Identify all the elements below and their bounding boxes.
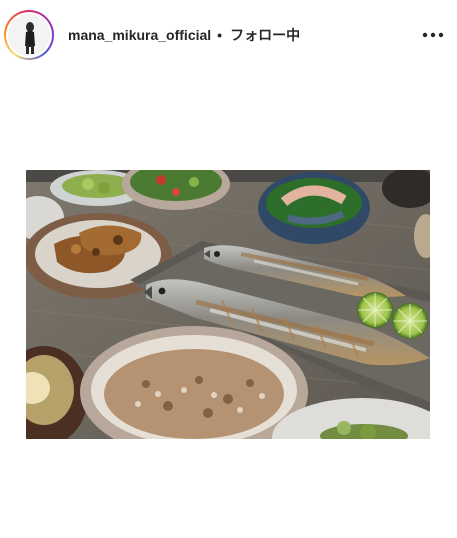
- separator-dot: •: [217, 27, 223, 43]
- post-header: mana_mikura_official • フォロー中: [0, 0, 457, 70]
- avatar-image: [8, 14, 50, 56]
- following-button[interactable]: フォロー中: [230, 25, 300, 45]
- instagram-post: mana_mikura_official • フォロー中: [0, 0, 457, 538]
- avatar[interactable]: [8, 14, 50, 56]
- username-link[interactable]: mana_mikura_official: [68, 27, 211, 43]
- avatar-story-ring[interactable]: [4, 10, 54, 60]
- post-photo[interactable]: [26, 170, 430, 439]
- more-horizontal-icon: [422, 32, 444, 38]
- more-options-button[interactable]: [418, 23, 448, 47]
- food-photo-image: [26, 170, 430, 439]
